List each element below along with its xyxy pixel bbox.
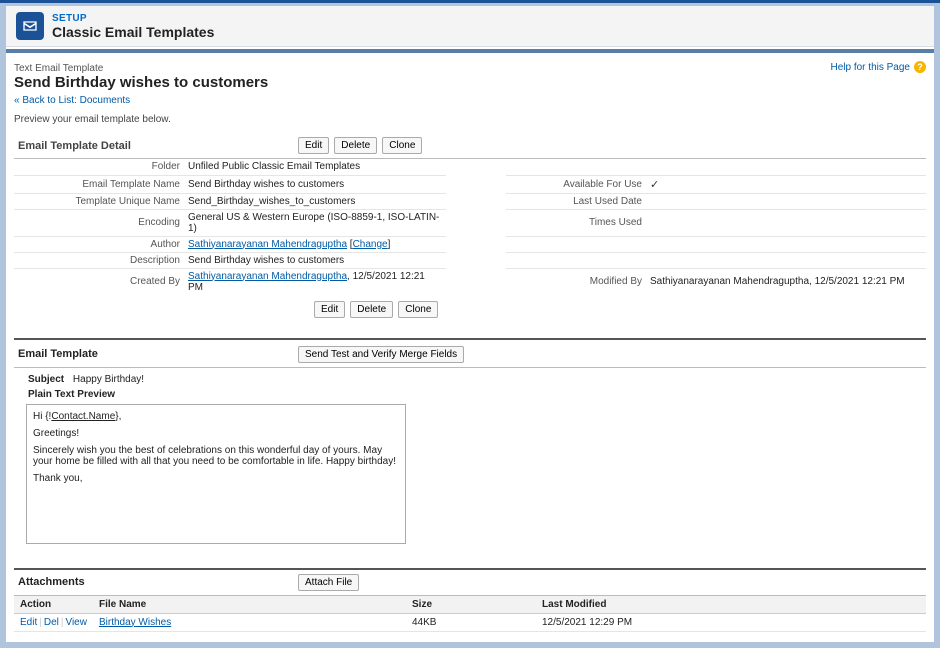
send-test-button[interactable]: Send Test and Verify Merge Fields bbox=[298, 346, 464, 363]
value-template-name: Send Birthday wishes to customers bbox=[184, 175, 446, 193]
record-type-label: Text Email Template bbox=[14, 63, 926, 74]
value-author: Sathiyanarayanan Mahendraguptha [Change] bbox=[184, 236, 446, 252]
value-unique-name: Send_Birthday_wishes_to_customers bbox=[184, 193, 446, 209]
delete-button-bottom[interactable]: Delete bbox=[350, 301, 393, 318]
delete-button[interactable]: Delete bbox=[334, 137, 377, 154]
label-available: Available For Use bbox=[506, 175, 646, 193]
value-created-by: Sathiyanarayanan Mahendraguptha, 12/5/20… bbox=[184, 268, 446, 295]
label-modified-by: Modified By bbox=[506, 268, 646, 295]
merge-contact-name: Contact.Name bbox=[51, 411, 115, 422]
label-author: Author bbox=[14, 236, 184, 252]
col-size: Size bbox=[406, 596, 536, 614]
subject-value: Happy Birthday! bbox=[73, 374, 144, 385]
value-times-used bbox=[646, 209, 926, 236]
clone-button-bottom[interactable]: Clone bbox=[398, 301, 438, 318]
modified-by-date: , 12/5/2021 12:21 PM bbox=[809, 276, 905, 287]
row-filename[interactable]: Birthday Wishes bbox=[99, 617, 171, 628]
value-folder: Unfiled Public Classic Email Templates bbox=[184, 159, 446, 175]
header-title: Classic Email Templates bbox=[52, 24, 214, 40]
value-description: Send Birthday wishes to customers bbox=[184, 252, 446, 268]
value-encoding: General US & Western Europe (ISO-8859-1,… bbox=[184, 209, 446, 236]
header-bar: SETUP Classic Email Templates bbox=[6, 6, 934, 47]
author-link[interactable]: Sathiyanarayanan Mahendraguptha bbox=[188, 239, 347, 250]
label-encoding: Encoding bbox=[14, 209, 184, 236]
label-description: Description bbox=[14, 252, 184, 268]
email-icon bbox=[16, 12, 44, 40]
body-hi-pre: Hi {! bbox=[33, 411, 51, 422]
label-template-name: Email Template Name bbox=[14, 175, 184, 193]
detail-table: Folder Unfiled Public Classic Email Temp… bbox=[14, 159, 926, 295]
edit-button[interactable]: Edit bbox=[298, 137, 329, 154]
preview-message: Preview your email template below. bbox=[14, 114, 926, 125]
value-last-used bbox=[646, 193, 926, 209]
col-filename: File Name bbox=[93, 596, 406, 614]
setup-label: SETUP bbox=[52, 13, 214, 24]
col-action: Action bbox=[14, 596, 93, 614]
label-last-used: Last Used Date bbox=[506, 193, 646, 209]
action-edit[interactable]: Edit bbox=[20, 617, 37, 628]
action-view[interactable]: View bbox=[65, 617, 87, 628]
label-created-by: Created By bbox=[14, 268, 184, 295]
label-unique-name: Template Unique Name bbox=[14, 193, 184, 209]
template-section-title: Email Template bbox=[18, 348, 298, 360]
row-last-modified: 12/5/2021 12:29 PM bbox=[536, 613, 926, 631]
clone-button[interactable]: Clone bbox=[382, 137, 422, 154]
body-greetings: Greetings! bbox=[33, 428, 399, 439]
back-arrow-text: « Back to List: bbox=[14, 95, 80, 106]
preview-header: Plain Text Preview bbox=[14, 387, 926, 402]
back-link-target: Documents bbox=[80, 95, 131, 106]
body-thanks: Thank you, bbox=[33, 473, 399, 484]
body-wish: Sincerely wish you the best of celebrati… bbox=[33, 445, 399, 467]
created-by-link[interactable]: Sathiyanarayanan Mahendraguptha bbox=[188, 271, 347, 282]
label-folder: Folder bbox=[14, 159, 184, 175]
attachments-table: Action File Name Size Last Modified Edit… bbox=[14, 596, 926, 632]
help-icon: ? bbox=[914, 61, 926, 73]
help-link-text: Help for this Page bbox=[831, 62, 911, 73]
page-title: Send Birthday wishes to customers bbox=[14, 74, 926, 91]
detail-section-title: Email Template Detail bbox=[18, 140, 298, 152]
preview-box: Hi {!Contact.Name}, Greetings! Sincerely… bbox=[26, 404, 406, 544]
table-row: Edit|Del|View Birthday Wishes 44KB 12/5/… bbox=[14, 613, 926, 631]
row-size: 44KB bbox=[406, 613, 536, 631]
help-link[interactable]: Help for this Page? bbox=[831, 61, 927, 73]
back-link[interactable]: « Back to List: Documents bbox=[14, 95, 926, 106]
subject-label: Subject bbox=[28, 374, 64, 385]
col-last-modified: Last Modified bbox=[536, 596, 926, 614]
edit-button-bottom[interactable]: Edit bbox=[314, 301, 345, 318]
action-del[interactable]: Del bbox=[44, 617, 59, 628]
label-times-used: Times Used bbox=[506, 209, 646, 236]
attach-file-button[interactable]: Attach File bbox=[298, 574, 359, 591]
value-available-check: ✓ bbox=[650, 179, 659, 191]
row-actions: Edit|Del|View bbox=[14, 613, 93, 631]
modified-by-link[interactable]: Sathiyanarayanan Mahendraguptha bbox=[650, 276, 809, 287]
value-modified-by: Sathiyanarayanan Mahendraguptha, 12/5/20… bbox=[646, 268, 926, 295]
body-hi-post: }, bbox=[115, 411, 121, 422]
attachments-title: Attachments bbox=[18, 576, 298, 588]
change-link[interactable]: Change bbox=[353, 239, 388, 250]
